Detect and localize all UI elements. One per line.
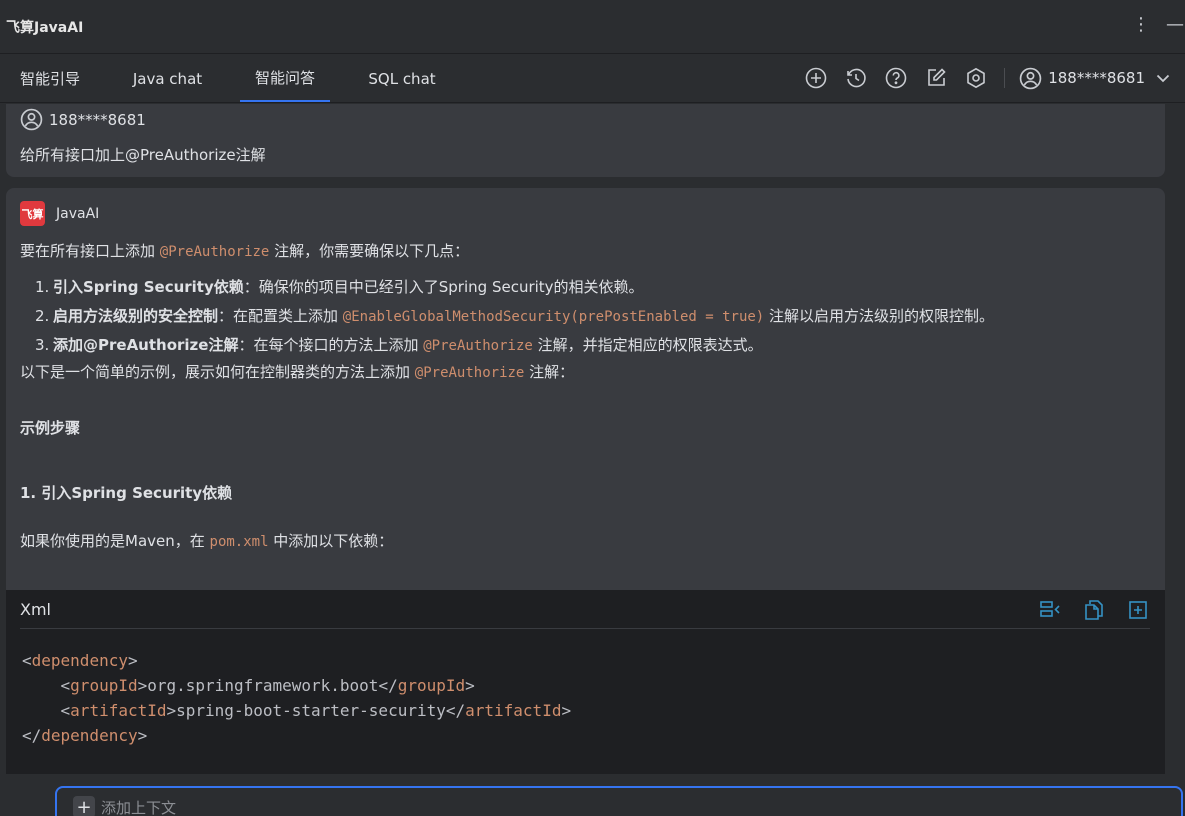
code-content[interactable]: <dependency> <groupId>org.springframewor… [22,648,571,748]
ai-logo: 飞算 [20,201,45,226]
text: ：在配置类上添加 [218,307,343,325]
tab-java-chat[interactable]: Java chat [120,55,215,102]
ai-message-header: 飞算 JavaAI [20,201,99,226]
plus-icon: + [73,796,95,816]
xml-text: spring-boot-starter-security [176,701,446,720]
list-item: 3. 添加@PreAuthorize注解：在每个接口的方法上添加 @PreAuth… [35,334,763,355]
toolbar-divider [1004,68,1006,88]
copy-icon[interactable] [1082,598,1106,622]
xml-tag: groupId [397,676,466,695]
code-line: </dependency> [22,726,148,745]
user-icon [20,108,43,131]
text: 以下是一个简单的示例，展示如何在控制器类的方法上添加 [20,363,415,381]
list-title: 添加@PreAuthorize注解 [53,336,239,354]
edit-icon[interactable] [924,66,948,90]
xml-tag: dependency [31,651,128,670]
add-context-button[interactable]: + 添加上下文 [73,796,176,816]
text: 注解以启用方法级别的权限控制。 [764,307,995,325]
user-message-card: 188****8681 给所有接口加上@PreAuthorize注解 [6,104,1165,177]
help-icon[interactable] [884,66,908,90]
code-block: Xml <dependency> <groupId>org.springfram… [6,590,1165,774]
app-title: 飞算JavaAI [6,19,84,36]
tab-bar: 智能引导 Java chat 智能问答 SQL chat 188****8681 [0,55,1185,103]
history-icon[interactable] [844,66,868,90]
text: 注解，并指定相应的权限表达式。 [532,336,763,354]
toolbar: 188****8681 [804,62,1185,94]
insert-code-icon[interactable] [1038,598,1062,622]
tab-sql-chat[interactable]: SQL chat [356,55,448,102]
tab-label: 智能问答 [254,69,315,87]
more-options-icon[interactable]: ⋮ [1131,12,1151,36]
user-name: 188****8681 [1048,69,1145,87]
add-context-label: 添加上下文 [101,798,177,816]
code-language: Xml [20,599,51,619]
inline-code: @PreAuthorize [423,338,533,354]
code-block-header: Xml [20,590,1150,629]
user-icon [1019,67,1042,89]
text: ：确保你的项目中已经引入了Spring Security的相关依赖。 [243,278,644,296]
inline-code: pom.xml [209,534,269,550]
section-heading: 示例步骤 [20,419,81,437]
xml-tag: artifactId [70,701,167,720]
user-message-text: 给所有接口加上@PreAuthorize注解 [20,146,266,164]
tab-label: SQL chat [368,69,436,88]
code-line: <artifactId>spring-boot-starter-security… [22,698,572,723]
settings-icon[interactable] [964,66,988,90]
tab-guide[interactable]: 智能引导 [6,55,94,102]
section-heading: 1. 引入Spring Security依赖 [20,484,233,502]
list-number: 2. [35,307,50,325]
list-item: 1. 引入Spring Security依赖：确保你的项目中已经引入了Spring… [35,276,644,297]
new-file-icon[interactable] [1126,598,1150,622]
chat-input[interactable]: + 添加上下文 [55,786,1183,816]
user-message-author: 188****8681 [49,110,146,129]
list-title: 启用方法级别的安全控制 [53,307,219,325]
add-icon[interactable] [804,66,828,90]
text: 中添加以下依赖： [268,532,394,550]
text: 注解： [524,363,575,381]
text: 要在所有接口上添加 [20,242,160,260]
list-title: 引入Spring Security依赖 [53,278,244,296]
ai-name: JavaAI [56,205,100,222]
xml-tag: groupId [70,676,138,695]
title-bar: 飞算JavaAI ⋮ — [0,0,1185,54]
inline-code: @PreAuthorize [414,365,525,381]
ai-example-intro: 以下是一个简单的示例，展示如何在控制器类的方法上添加 @PreAuthorize… [20,361,574,382]
tab-label: 智能引导 [19,70,80,88]
xml-text: org.springframework.boot [147,676,379,695]
code-actions [1038,598,1150,622]
tab-smart-qa[interactable]: 智能问答 [240,55,330,102]
code-line: <groupId>org.springframework.boot</group… [22,673,571,698]
list-number: 3. [35,336,50,354]
user-menu[interactable]: 188****8681 [1019,67,1171,90]
list-number: 1. [35,278,50,296]
xml-tag: artifactId [465,701,562,720]
inline-code: @PreAuthorize [159,244,270,260]
conversation[interactable]: 188****8681 给所有接口加上@PreAuthorize注解 飞算 Ja… [0,104,1185,774]
minimize-icon[interactable]: — [1165,12,1185,36]
list-item: 2. 启用方法级别的安全控制：在配置类上添加 @EnableGlobalMetho… [35,305,994,326]
chevron-down-icon [1156,74,1170,83]
text: 注解，你需要确保以下几点： [269,242,470,260]
ai-maven-text: 如果你使用的是Maven，在 pom.xml 中添加以下依赖： [20,530,393,551]
text: ：在每个接口的方法上添加 [238,336,424,354]
inline-code: @EnableGlobalMethodSecurity(prePostEnabl… [342,309,765,325]
tab-label: Java chat [132,69,203,88]
text: 如果你使用的是Maven，在 [20,532,210,550]
xml-tag: dependency [41,726,138,745]
user-message-header: 188****8681 [20,108,146,131]
code-line: <dependency> [22,651,138,670]
ai-intro: 要在所有接口上添加 @PreAuthorize 注解，你需要确保以下几点： [20,240,469,261]
